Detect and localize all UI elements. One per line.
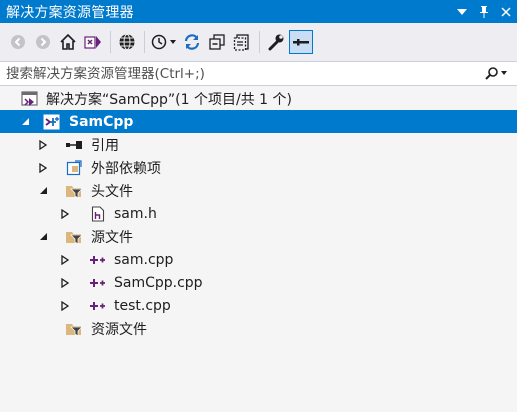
expanded-arrow-icon[interactable] [37, 185, 49, 197]
switch-views-icon[interactable] [81, 30, 105, 54]
tree-item-samcpp-cpp[interactable]: SamCpp.cpp [0, 271, 517, 294]
filter-folder-icon [65, 228, 83, 246]
tree-item-sam-cpp[interactable]: sam.cpp [0, 248, 517, 271]
tree-item-source-files[interactable]: 源文件 [0, 225, 517, 248]
tree-item-project[interactable]: SamCpp [0, 110, 517, 133]
dropdown-icon[interactable] [451, 0, 473, 23]
external-dependencies-label: 外部依赖项 [91, 160, 161, 177]
collapsed-arrow-icon[interactable] [59, 254, 71, 266]
references-icon [65, 136, 83, 154]
header-file-icon [89, 205, 107, 223]
references-label: 引用 [91, 137, 119, 154]
tree-item-solution[interactable]: 解决方案“SamCpp”(1 个项目/共 1 个) [0, 87, 517, 110]
tree-item-test-cpp[interactable]: test.cpp [0, 294, 517, 317]
sam-cpp-label: sam.cpp [114, 251, 174, 268]
toolbar-separator [110, 31, 111, 53]
test-cpp-label: test.cpp [114, 297, 171, 314]
preview-selected-icon[interactable] [289, 30, 313, 54]
close-icon[interactable] [495, 0, 517, 23]
toolbar-separator [259, 31, 260, 53]
pin-icon[interactable] [473, 0, 495, 23]
search-icon[interactable] [477, 62, 517, 85]
tree-item-references[interactable]: 引用 [0, 133, 517, 156]
sync-icon[interactable] [180, 30, 204, 54]
header-files-label: 头文件 [91, 183, 133, 200]
properties-wrench-icon[interactable] [264, 30, 288, 54]
sam-h-label: sam.h [114, 205, 157, 222]
window-title: 解决方案资源管理器 [6, 4, 134, 21]
collapsed-arrow-icon[interactable] [59, 277, 71, 289]
collapsed-arrow-icon[interactable] [59, 208, 71, 220]
title-bar: 解决方案资源管理器 [0, 0, 517, 23]
filter-folder-icon [65, 182, 83, 200]
collapsed-arrow-icon[interactable] [59, 300, 71, 312]
collapsed-arrow-icon[interactable] [37, 162, 49, 174]
filter-folder-icon [65, 320, 83, 338]
search-input[interactable] [0, 61, 477, 86]
source-files-label: 源文件 [91, 229, 133, 246]
show-all-files-icon[interactable] [230, 30, 254, 54]
resource-files-label: 资源文件 [91, 321, 147, 338]
cpp-file-icon [89, 251, 107, 269]
toolbar [0, 23, 517, 61]
solution-label: 解决方案“SamCpp”(1 个项目/共 1 个) [46, 91, 292, 108]
project-label: SamCpp [69, 113, 134, 130]
forward-icon[interactable] [31, 30, 55, 54]
solution-icon [21, 90, 39, 108]
solution-tree: 解决方案“SamCpp”(1 个项目/共 1 个) SamCpp 引用 外部依赖… [0, 87, 517, 340]
globe-icon[interactable] [115, 30, 139, 54]
samcpp-cpp-label: SamCpp.cpp [114, 274, 203, 291]
home-icon[interactable] [56, 30, 80, 54]
collapsed-arrow-icon[interactable] [37, 139, 49, 151]
expanded-arrow-icon[interactable] [37, 231, 49, 243]
cpp-file-icon [89, 274, 107, 292]
cpp-project-icon [43, 113, 61, 131]
tree-item-sam-h[interactable]: sam.h [0, 202, 517, 225]
back-icon[interactable] [6, 30, 30, 54]
collapse-all-icon[interactable] [205, 30, 229, 54]
expanded-arrow-icon[interactable] [19, 116, 31, 128]
toolbar-separator [144, 31, 145, 53]
external-dependencies-icon [65, 159, 83, 177]
tree-item-header-files[interactable]: 头文件 [0, 179, 517, 202]
history-icon[interactable] [149, 30, 179, 54]
tree-item-resource-files[interactable]: 资源文件 [0, 317, 517, 340]
cpp-file-icon [89, 297, 107, 315]
tree-item-external-dependencies[interactable]: 外部依赖项 [0, 156, 517, 179]
search-bar [0, 61, 517, 86]
